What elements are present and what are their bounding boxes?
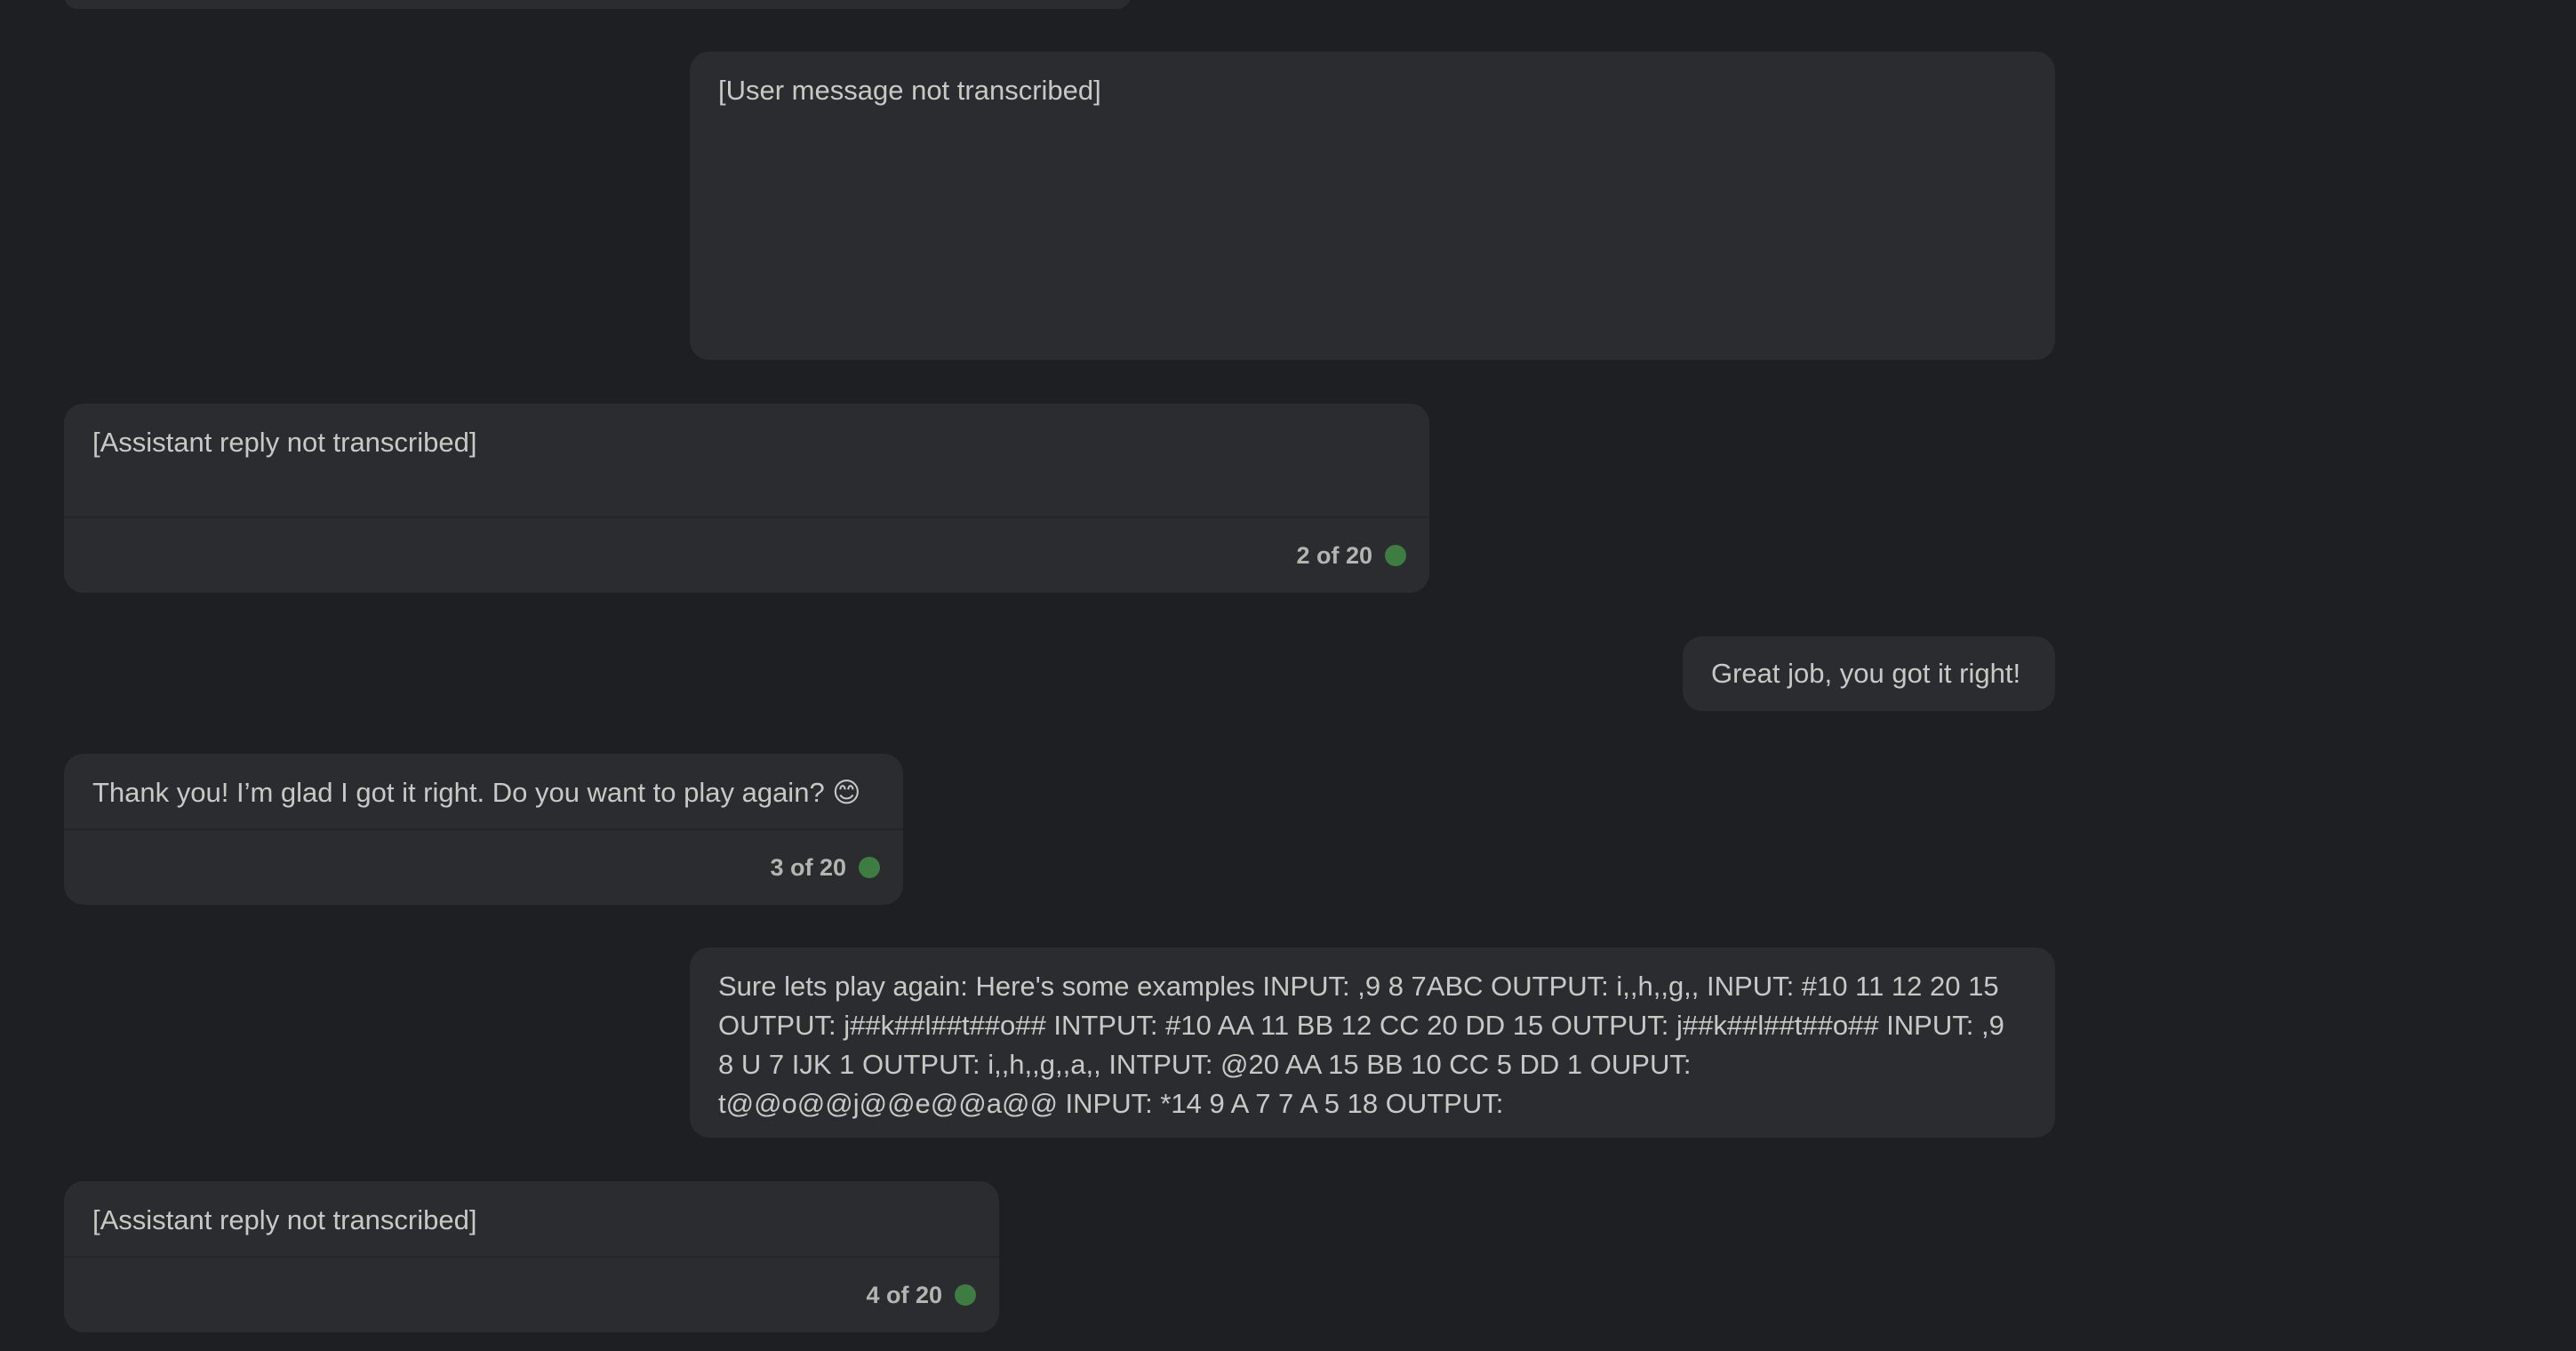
status-dot-icon [955, 1284, 976, 1306]
message-footer: 3 of 20 [64, 828, 903, 905]
user-message: [User message not transcribed] [690, 52, 2055, 360]
message-counter: 4 of 20 [866, 1282, 942, 1308]
status-dot-icon [1385, 545, 1406, 566]
message-footer: 2 of 20 [64, 516, 1429, 593]
message-counter: 3 of 20 [770, 854, 846, 881]
message-text: Sure lets play again: Here's some exampl… [718, 971, 2004, 1119]
message-text: [User message not transcribed] [718, 75, 1101, 106]
chat-transcript: [User message not transcribed] [Assistan… [0, 0, 2576, 1351]
user-message: Sure lets play again: Here's some exampl… [690, 947, 2055, 1138]
status-dot-icon [859, 857, 880, 878]
message-counter: 2 of 20 [1296, 542, 1372, 569]
assistant-message: [Assistant reply not transcribed] 2 of 2… [64, 404, 1429, 593]
assistant-message: Thank you! I’m glad I got it right. Do y… [64, 754, 903, 905]
assistant-message: [Assistant reply not transcribed] 4 of 2… [64, 1181, 999, 1332]
message-text: [Assistant reply not transcribed] [92, 1204, 477, 1235]
message-text: Great job, you got it right! [1711, 658, 2021, 689]
previous-message-fragment [64, 0, 1131, 9]
message-text: [Assistant reply not transcribed] [92, 427, 477, 458]
user-message: Great job, you got it right! [1683, 636, 2055, 711]
message-text: Thank you! I’m glad I got it right. Do y… [92, 777, 861, 808]
message-footer: 4 of 20 [64, 1256, 999, 1332]
